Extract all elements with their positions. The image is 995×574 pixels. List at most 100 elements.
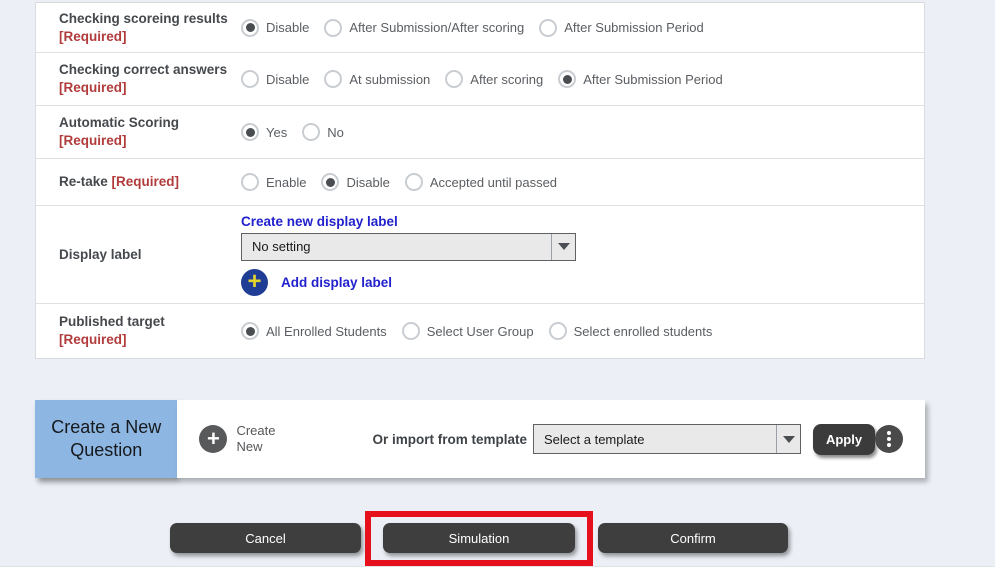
row-display-label: Display label Create new display label N… [36,206,924,304]
radio-label: Accepted until passed [430,175,557,190]
bottom-strip [0,566,995,574]
chevron-down-icon [783,436,795,443]
radio-label: Select enrolled students [574,324,713,339]
chevron-down-icon [558,243,570,250]
required-badge: [Required] [112,174,180,189]
row-label: Display label [36,246,241,264]
radio-label: Disable [266,20,309,35]
row-label-text: Checking scoreing results [59,11,228,26]
radio-selected-icon [558,70,576,88]
plus-icon: + [241,269,268,296]
radio-group-published-target: All Enrolled Students Select User Group … [241,322,924,340]
plus-icon: + [199,425,227,453]
row-label-text: Automatic Scoring [59,115,179,130]
radio-icon [324,70,342,88]
section-content: + Create New Or import from template Sel… [177,400,925,478]
radio-enable[interactable]: Enable [241,173,306,191]
row-label-text: Checking correct answers [59,62,227,77]
radio-disable[interactable]: Disable [241,70,309,88]
radio-icon [241,70,259,88]
radio-label: Disable [266,72,309,87]
required-badge: [Required] [59,133,127,148]
radio-icon [549,322,567,340]
radio-all-enrolled-students[interactable]: All Enrolled Students [241,322,387,340]
radio-icon [402,322,420,340]
radio-icon [241,173,259,191]
radio-group-correct-answers: Disable At submission After scoring Afte… [241,70,924,88]
radio-after-submission-period[interactable]: After Submission Period [539,19,703,37]
radio-icon [324,19,342,37]
create-new-label: Create New [236,423,288,456]
settings-form-panel: Checking scoreing results [Required] Dis… [35,2,925,359]
radio-selected-icon [321,173,339,191]
radio-after-scoring[interactable]: After scoring [445,70,543,88]
radio-label: After Submission Period [583,72,722,87]
radio-selected-icon [241,123,259,141]
row-retake: Re-take [Required] Enable Disable Accept… [36,159,924,206]
section-title: Create a New Question [35,400,177,478]
display-label-controls: Create new display label No setting + Ad… [241,206,924,304]
add-display-label-button[interactable]: + Add display label [241,269,392,296]
add-display-label-text: Add display label [281,275,392,290]
radio-disable[interactable]: Disable [241,19,309,37]
radio-accepted-until-passed[interactable]: Accepted until passed [405,173,557,191]
radio-group-scoring-results: Disable After Submission/After scoring A… [241,19,924,37]
dropdown-arrow-button[interactable] [776,425,800,453]
display-label-select[interactable]: No setting [241,233,576,261]
radio-group-retake: Enable Disable Accepted until passed [241,173,924,191]
radio-selected-icon [241,322,259,340]
radio-selected-icon [241,19,259,37]
radio-label: After scoring [470,72,543,87]
radio-label: All Enrolled Students [266,324,387,339]
row-label: Checking correct answers [Required] [36,61,241,96]
radio-icon [405,173,423,191]
template-select-value: Select a template [534,432,776,447]
create-new-display-label-link[interactable]: Create new display label [241,214,398,229]
radio-select-enrolled-students[interactable]: Select enrolled students [549,322,713,340]
row-label-text: Display label [59,247,142,262]
radio-disable[interactable]: Disable [321,173,389,191]
cancel-button[interactable]: Cancel [170,523,361,553]
radio-icon [539,19,557,37]
row-label: Re-take [Required] [36,173,241,191]
required-badge: [Required] [59,29,127,44]
create-new-button[interactable]: + Create New [199,423,288,456]
row-label-text: Published target [59,314,165,329]
row-published-target: Published target [Required] All Enrolled… [36,304,924,358]
radio-label: No [327,125,344,140]
radio-label: Enable [266,175,306,190]
required-badge: [Required] [59,332,127,347]
confirm-button[interactable]: Confirm [598,523,788,553]
radio-after-submission-after-scoring[interactable]: After Submission/After scoring [324,19,524,37]
row-label: Checking scoreing results [Required] [36,10,241,45]
import-from-template-label: Or import from template [372,432,527,447]
display-label-select-value: No setting [242,239,551,254]
apply-button[interactable]: Apply [813,424,875,455]
radio-group-automatic-scoring: Yes No [241,123,924,141]
create-question-section: Create a New Question + Create New Or im… [35,400,925,478]
row-checking-scoring-results: Checking scoreing results [Required] Dis… [36,3,924,53]
radio-label: After Submission Period [564,20,703,35]
row-checking-correct-answers: Checking correct answers [Required] Disa… [36,53,924,106]
row-automatic-scoring: Automatic Scoring [Required] Yes No [36,106,924,159]
radio-label: After Submission/After scoring [349,20,524,35]
row-label-text: Re-take [59,174,108,189]
radio-icon [445,70,463,88]
radio-label: Select User Group [427,324,534,339]
radio-icon [302,123,320,141]
radio-label: Yes [266,125,287,140]
template-select[interactable]: Select a template [533,424,801,454]
required-badge: [Required] [59,80,127,95]
radio-after-submission-period[interactable]: After Submission Period [558,70,722,88]
radio-no[interactable]: No [302,123,344,141]
radio-at-submission[interactable]: At submission [324,70,430,88]
radio-select-user-group[interactable]: Select User Group [402,322,534,340]
row-label: Automatic Scoring [Required] [36,114,241,149]
radio-yes[interactable]: Yes [241,123,287,141]
simulation-button[interactable]: Simulation [383,523,575,553]
radio-label: At submission [349,72,430,87]
kebab-menu-icon[interactable] [875,425,903,453]
dropdown-arrow-button[interactable] [551,234,575,260]
row-label: Published target [Required] [36,313,241,348]
radio-label: Disable [346,175,389,190]
